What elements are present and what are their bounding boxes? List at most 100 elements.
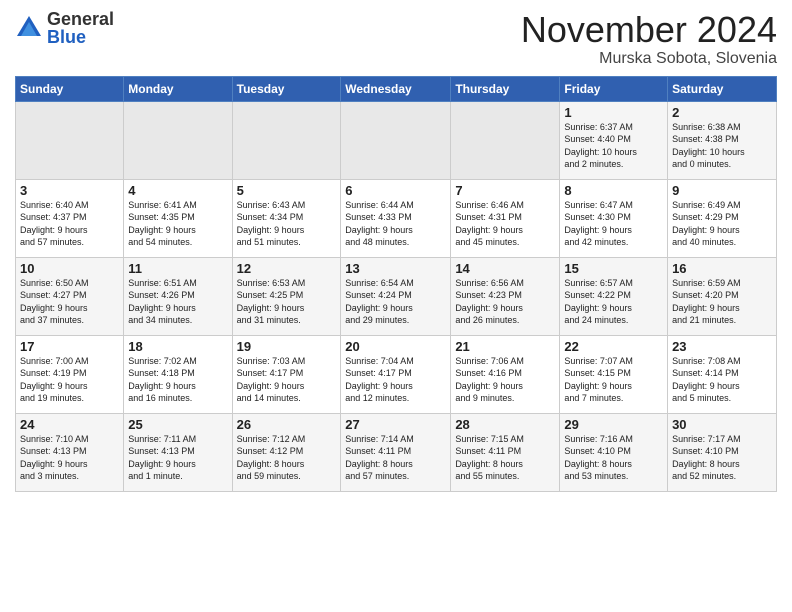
- calendar-cell: 6Sunrise: 6:44 AM Sunset: 4:33 PM Daylig…: [341, 179, 451, 257]
- calendar-cell: 20Sunrise: 7:04 AM Sunset: 4:17 PM Dayli…: [341, 335, 451, 413]
- day-number: 18: [128, 339, 227, 354]
- calendar-cell: 5Sunrise: 6:43 AM Sunset: 4:34 PM Daylig…: [232, 179, 341, 257]
- calendar-cell: 19Sunrise: 7:03 AM Sunset: 4:17 PM Dayli…: [232, 335, 341, 413]
- day-info: Sunrise: 7:04 AM Sunset: 4:17 PM Dayligh…: [345, 355, 446, 405]
- calendar-cell: 14Sunrise: 6:56 AM Sunset: 4:23 PM Dayli…: [451, 257, 560, 335]
- calendar-cell: 1Sunrise: 6:37 AM Sunset: 4:40 PM Daylig…: [560, 101, 668, 179]
- day-info: Sunrise: 7:15 AM Sunset: 4:11 PM Dayligh…: [455, 433, 555, 483]
- day-number: 26: [237, 417, 337, 432]
- day-info: Sunrise: 6:57 AM Sunset: 4:22 PM Dayligh…: [564, 277, 663, 327]
- calendar-cell: 16Sunrise: 6:59 AM Sunset: 4:20 PM Dayli…: [668, 257, 777, 335]
- weekday-header: Friday: [560, 76, 668, 101]
- day-number: 28: [455, 417, 555, 432]
- day-number: 27: [345, 417, 446, 432]
- logo-general: General: [47, 10, 114, 28]
- weekday-header: Monday: [124, 76, 232, 101]
- day-number: 25: [128, 417, 227, 432]
- day-number: 5: [237, 183, 337, 198]
- calendar-cell: 4Sunrise: 6:41 AM Sunset: 4:35 PM Daylig…: [124, 179, 232, 257]
- calendar-cell: 23Sunrise: 7:08 AM Sunset: 4:14 PM Dayli…: [668, 335, 777, 413]
- calendar-cell: 27Sunrise: 7:14 AM Sunset: 4:11 PM Dayli…: [341, 413, 451, 491]
- calendar-cell: 17Sunrise: 7:00 AM Sunset: 4:19 PM Dayli…: [16, 335, 124, 413]
- calendar-cell: 26Sunrise: 7:12 AM Sunset: 4:12 PM Dayli…: [232, 413, 341, 491]
- logo-blue: Blue: [47, 28, 114, 46]
- calendar-cell: [341, 101, 451, 179]
- calendar-cell: [124, 101, 232, 179]
- calendar-cell: 28Sunrise: 7:15 AM Sunset: 4:11 PM Dayli…: [451, 413, 560, 491]
- day-number: 9: [672, 183, 772, 198]
- day-info: Sunrise: 6:47 AM Sunset: 4:30 PM Dayligh…: [564, 199, 663, 249]
- day-info: Sunrise: 7:12 AM Sunset: 4:12 PM Dayligh…: [237, 433, 337, 483]
- calendar-cell: 10Sunrise: 6:50 AM Sunset: 4:27 PM Dayli…: [16, 257, 124, 335]
- calendar-cell: 12Sunrise: 6:53 AM Sunset: 4:25 PM Dayli…: [232, 257, 341, 335]
- day-info: Sunrise: 6:59 AM Sunset: 4:20 PM Dayligh…: [672, 277, 772, 327]
- day-number: 30: [672, 417, 772, 432]
- title-block: November 2024 Murska Sobota, Slovenia: [521, 10, 777, 68]
- day-info: Sunrise: 7:16 AM Sunset: 4:10 PM Dayligh…: [564, 433, 663, 483]
- calendar-cell: 18Sunrise: 7:02 AM Sunset: 4:18 PM Dayli…: [124, 335, 232, 413]
- weekday-header: Saturday: [668, 76, 777, 101]
- calendar-cell: 11Sunrise: 6:51 AM Sunset: 4:26 PM Dayli…: [124, 257, 232, 335]
- day-info: Sunrise: 6:37 AM Sunset: 4:40 PM Dayligh…: [564, 121, 663, 171]
- day-number: 23: [672, 339, 772, 354]
- day-number: 8: [564, 183, 663, 198]
- day-info: Sunrise: 6:43 AM Sunset: 4:34 PM Dayligh…: [237, 199, 337, 249]
- day-info: Sunrise: 6:44 AM Sunset: 4:33 PM Dayligh…: [345, 199, 446, 249]
- calendar-cell: 2Sunrise: 6:38 AM Sunset: 4:38 PM Daylig…: [668, 101, 777, 179]
- day-info: Sunrise: 6:50 AM Sunset: 4:27 PM Dayligh…: [20, 277, 119, 327]
- day-number: 15: [564, 261, 663, 276]
- calendar-cell: 3Sunrise: 6:40 AM Sunset: 4:37 PM Daylig…: [16, 179, 124, 257]
- weekday-header: Tuesday: [232, 76, 341, 101]
- calendar-cell: 13Sunrise: 6:54 AM Sunset: 4:24 PM Dayli…: [341, 257, 451, 335]
- day-number: 3: [20, 183, 119, 198]
- calendar-cell: 25Sunrise: 7:11 AM Sunset: 4:13 PM Dayli…: [124, 413, 232, 491]
- day-number: 13: [345, 261, 446, 276]
- day-number: 20: [345, 339, 446, 354]
- weekday-header: Wednesday: [341, 76, 451, 101]
- calendar-cell: 9Sunrise: 6:49 AM Sunset: 4:29 PM Daylig…: [668, 179, 777, 257]
- day-number: 16: [672, 261, 772, 276]
- day-info: Sunrise: 7:00 AM Sunset: 4:19 PM Dayligh…: [20, 355, 119, 405]
- day-number: 19: [237, 339, 337, 354]
- day-info: Sunrise: 7:06 AM Sunset: 4:16 PM Dayligh…: [455, 355, 555, 405]
- day-info: Sunrise: 6:41 AM Sunset: 4:35 PM Dayligh…: [128, 199, 227, 249]
- day-info: Sunrise: 7:07 AM Sunset: 4:15 PM Dayligh…: [564, 355, 663, 405]
- calendar-cell: 7Sunrise: 6:46 AM Sunset: 4:31 PM Daylig…: [451, 179, 560, 257]
- day-number: 6: [345, 183, 446, 198]
- day-info: Sunrise: 7:17 AM Sunset: 4:10 PM Dayligh…: [672, 433, 772, 483]
- location: Murska Sobota, Slovenia: [521, 50, 777, 68]
- day-number: 14: [455, 261, 555, 276]
- day-number: 12: [237, 261, 337, 276]
- day-number: 21: [455, 339, 555, 354]
- day-info: Sunrise: 7:02 AM Sunset: 4:18 PM Dayligh…: [128, 355, 227, 405]
- calendar-cell: 24Sunrise: 7:10 AM Sunset: 4:13 PM Dayli…: [16, 413, 124, 491]
- logo-text: General Blue: [47, 10, 114, 46]
- day-number: 11: [128, 261, 227, 276]
- calendar-cell: 30Sunrise: 7:17 AM Sunset: 4:10 PM Dayli…: [668, 413, 777, 491]
- day-number: 4: [128, 183, 227, 198]
- calendar-cell: 21Sunrise: 7:06 AM Sunset: 4:16 PM Dayli…: [451, 335, 560, 413]
- calendar-cell: [451, 101, 560, 179]
- day-number: 17: [20, 339, 119, 354]
- logo: General Blue: [15, 10, 114, 46]
- logo-icon: [15, 14, 43, 42]
- calendar-cell: 22Sunrise: 7:07 AM Sunset: 4:15 PM Dayli…: [560, 335, 668, 413]
- weekday-header: Thursday: [451, 76, 560, 101]
- day-number: 7: [455, 183, 555, 198]
- day-number: 24: [20, 417, 119, 432]
- month-title: November 2024: [521, 10, 777, 50]
- calendar-cell: [16, 101, 124, 179]
- day-info: Sunrise: 6:54 AM Sunset: 4:24 PM Dayligh…: [345, 277, 446, 327]
- calendar-cell: 8Sunrise: 6:47 AM Sunset: 4:30 PM Daylig…: [560, 179, 668, 257]
- day-info: Sunrise: 6:51 AM Sunset: 4:26 PM Dayligh…: [128, 277, 227, 327]
- day-info: Sunrise: 7:14 AM Sunset: 4:11 PM Dayligh…: [345, 433, 446, 483]
- day-info: Sunrise: 6:49 AM Sunset: 4:29 PM Dayligh…: [672, 199, 772, 249]
- day-info: Sunrise: 6:53 AM Sunset: 4:25 PM Dayligh…: [237, 277, 337, 327]
- day-number: 29: [564, 417, 663, 432]
- page-container: General Blue November 2024 Murska Sobota…: [0, 0, 792, 497]
- day-info: Sunrise: 7:10 AM Sunset: 4:13 PM Dayligh…: [20, 433, 119, 483]
- calendar-cell: [232, 101, 341, 179]
- day-number: 2: [672, 105, 772, 120]
- day-number: 1: [564, 105, 663, 120]
- header: General Blue November 2024 Murska Sobota…: [15, 10, 777, 68]
